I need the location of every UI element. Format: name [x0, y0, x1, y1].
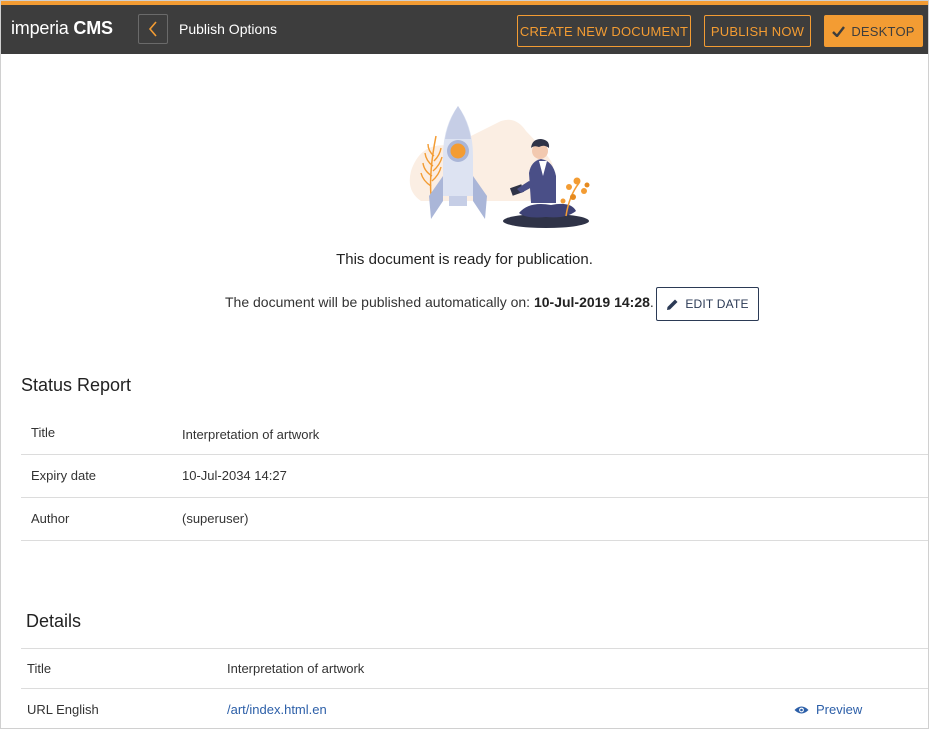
check-icon [832, 25, 846, 37]
row-label: Expiry date [31, 468, 97, 483]
row-label: Title [27, 661, 52, 676]
auto-publish-line: The document will be published automatic… [225, 294, 654, 310]
page-title: Publish Options [179, 21, 278, 37]
app-window: imperia CMS Publish Options CREATE NEW D… [0, 0, 929, 729]
status-row-title: Title Interpretation of artwork [21, 412, 928, 455]
row-value: Interpretation of artwork [227, 661, 365, 676]
edit-date-button[interactable]: EDIT DATE [656, 287, 759, 321]
status-report-heading: Status Report [21, 375, 132, 395]
row-value: Interpretation of artwork [182, 427, 320, 442]
desktop-button-label: DESKTOP [851, 23, 915, 39]
rocket-illustration [409, 106, 590, 228]
auto-publish-date: 10-Jul-2019 14:28 [533, 294, 650, 310]
details-heading: Details [26, 611, 82, 631]
row-value: 10-Jul-2034 14:27 [182, 468, 287, 483]
publish-now-button[interactable]: PUBLISH NOW [704, 15, 811, 47]
details-row-url-english: URL English /art/index.html.en Preview [21, 688, 928, 728]
row-value: (superuser) [182, 511, 249, 526]
create-new-document-button[interactable]: CREATE NEW DOCUMENT [517, 15, 691, 47]
chevron-left-icon [148, 21, 157, 37]
edit-date-label: EDIT DATE [685, 297, 749, 311]
preview-link[interactable]: Preview [794, 702, 862, 717]
pencil-icon [667, 299, 678, 310]
row-label: Title [31, 425, 56, 440]
url-link[interactable]: /art/index.html.en [227, 702, 327, 717]
row-label: Author [31, 511, 70, 526]
desktop-button[interactable]: DESKTOP [824, 15, 923, 47]
preview-label: Preview [816, 702, 863, 717]
app-logo: imperia CMS [11, 18, 113, 38]
back-button[interactable] [138, 14, 168, 44]
ready-message: This document is ready for publication. [336, 251, 593, 268]
status-row-expiry: Expiry date 10-Jul-2034 14:27 [21, 455, 928, 498]
status-row-author: Author (superuser) [21, 498, 928, 541]
details-row-title: Title Interpretation of artwork [21, 648, 928, 689]
row-label: URL English [27, 702, 99, 717]
eye-icon [794, 706, 809, 713]
top-bar: imperia CMS Publish Options CREATE NEW D… [1, 1, 928, 54]
